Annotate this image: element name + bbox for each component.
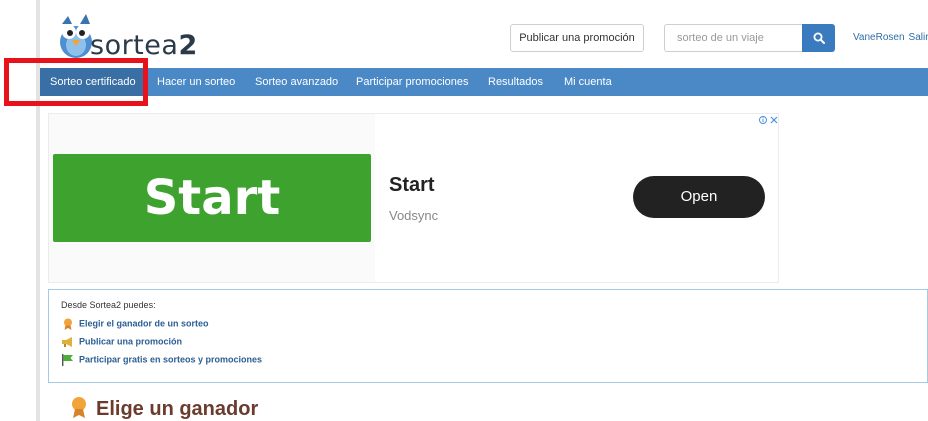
main-nav: Sorteo certificado Hacer un sorteo Sorte… xyxy=(40,68,928,96)
search-input[interactable] xyxy=(664,24,802,52)
link-participar-gratis[interactable]: Participar gratis en sorteos y promocion… xyxy=(61,354,262,366)
ad-choices-icon[interactable] xyxy=(759,115,779,125)
ad-image[interactable]: Start xyxy=(53,154,371,242)
user-links: VaneRosen Salir xyxy=(853,32,928,43)
ad-title[interactable]: Start xyxy=(389,174,435,197)
search-icon xyxy=(813,32,825,44)
site-logo[interactable]: sortea2 xyxy=(52,12,212,64)
nav-item-resultados[interactable]: Resultados xyxy=(488,68,543,96)
ad-open-button[interactable]: Open xyxy=(633,176,765,218)
link-elegir-ganador[interactable]: Elegir el ganador de un sorteo xyxy=(61,318,209,330)
section-title: Elige un ganador xyxy=(68,396,258,421)
link-publicar-promocion[interactable]: Publicar una promoción xyxy=(61,336,182,348)
nav-item-mi-cuenta[interactable]: Mi cuenta xyxy=(564,68,612,96)
nav-item-hacer-sorteo[interactable]: Hacer un sorteo xyxy=(157,68,235,96)
ad-advertiser: Vodsync xyxy=(389,208,439,223)
features-box: Desde Sortea2 puedes: Elegir el ganador … xyxy=(48,289,928,383)
logo-wordmark: sortea2 xyxy=(90,30,198,61)
flag-icon xyxy=(62,354,73,366)
features-intro: Desde Sortea2 puedes: xyxy=(61,300,156,310)
megaphone-icon xyxy=(62,337,72,347)
search-button[interactable] xyxy=(802,24,835,52)
publish-promotion-button[interactable]: Publicar una promoción xyxy=(510,24,644,52)
award-icon xyxy=(64,318,72,330)
logout-link[interactable]: Salir xyxy=(909,32,928,43)
advertisement[interactable]: Start Start Vodsync Open xyxy=(48,113,779,283)
nav-item-sorteo-avanzado[interactable]: Sorteo avanzado xyxy=(255,68,338,96)
highlight-box xyxy=(4,58,148,106)
award-icon xyxy=(72,397,86,418)
username-link[interactable]: VaneRosen xyxy=(853,32,905,43)
nav-item-participar-promociones[interactable]: Participar promociones xyxy=(356,68,469,96)
